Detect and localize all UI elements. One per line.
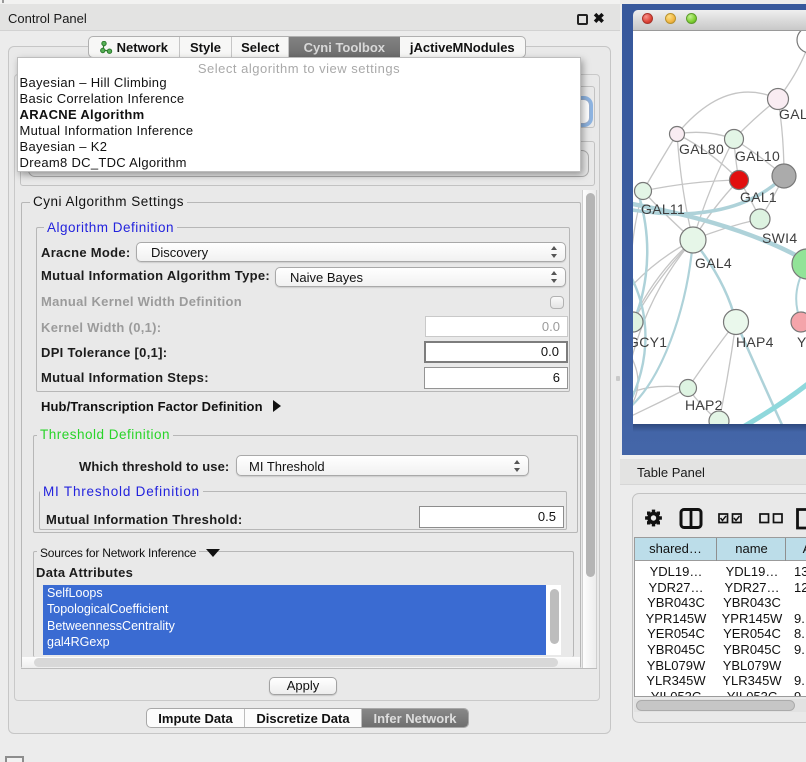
svg-text:GAL4: GAL4	[695, 255, 732, 271]
svg-text:GAL10: GAL10	[735, 148, 780, 164]
svg-text:GAL1: GAL1	[740, 189, 777, 205]
svg-text:GCY1: GCY1	[633, 334, 667, 350]
svg-text:GAL7: GAL7	[779, 106, 806, 122]
svg-text:Y: Y	[797, 334, 806, 350]
svg-text:HAP2: HAP2	[685, 397, 723, 413]
svg-text:GAL80: GAL80	[679, 141, 724, 157]
svg-text:SWI4: SWI4	[762, 230, 797, 246]
svg-text:GAL11: GAL11	[641, 201, 685, 217]
svg-text:HAP4: HAP4	[736, 334, 774, 350]
